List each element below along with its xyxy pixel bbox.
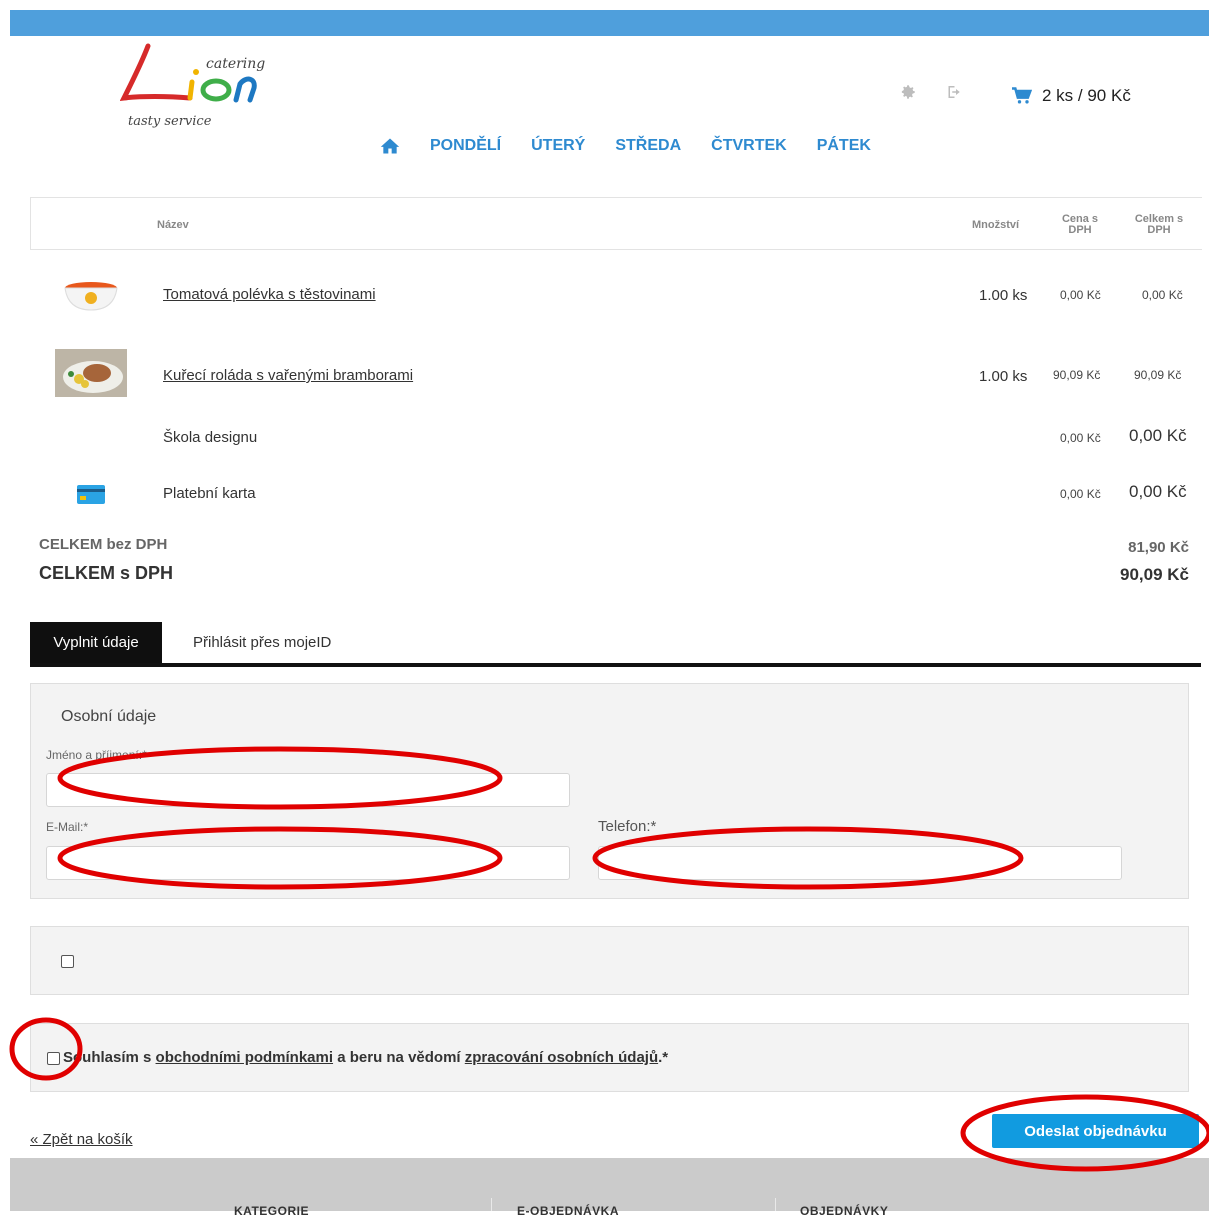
form-tabs: Vyplnit údaje Přihlásit přes mojeID: [30, 622, 1201, 667]
cart-icon: [1012, 87, 1032, 104]
col-name: Název: [157, 219, 189, 231]
consent-checkbox[interactable]: [47, 1052, 60, 1065]
logout-icon[interactable]: [946, 82, 966, 102]
item-name-chicken[interactable]: Kuřecí roláda s vařenými bramborami: [163, 367, 413, 384]
payment-total: 0,00 Kč: [1129, 482, 1187, 501]
delivery-total: 0,00 Kč: [1129, 426, 1187, 445]
footer-col-eorder: E-OBJEDNÁVKA: [517, 1204, 620, 1218]
logo-tagline: tasty service: [128, 114, 212, 129]
item-qty-chicken: 1.00 ks: [979, 368, 1028, 385]
terms-link[interactable]: obchodními podmínkami: [156, 1049, 334, 1066]
privacy-link[interactable]: zpracování osobních údajů: [465, 1049, 658, 1066]
top-bar: [10, 10, 1209, 36]
chicken-thumbnail[interactable]: [55, 349, 127, 397]
nav-wednesday[interactable]: STŘEDA: [615, 137, 681, 155]
item-qty-soup: 1.00 ks: [979, 287, 1028, 304]
day-nav: PONDĚLÍ ÚTERÝ STŘEDA ČTVRTEK PÁTEK: [380, 137, 871, 155]
delivery-name: Škola designu: [163, 429, 258, 446]
soup-thumbnail[interactable]: [62, 278, 120, 312]
nav-friday[interactable]: PÁTEK: [817, 137, 871, 155]
nav-monday[interactable]: PONDĚLÍ: [430, 137, 501, 155]
col-total: Celkem s DPH: [1134, 213, 1184, 236]
consent-middle: a beru na vědomí: [333, 1049, 465, 1066]
consent-suffix: .*: [658, 1049, 669, 1066]
gear-icon[interactable]: [898, 82, 918, 102]
name-input[interactable]: [46, 773, 570, 807]
email-label: E-Mail:*: [46, 820, 89, 834]
back-to-cart-link[interactable]: « Zpět na košík: [30, 1131, 133, 1148]
total-without-vat-label: CELKEM bez DPH: [39, 536, 168, 553]
cart-summary-text: 2 ks / 90 Kč: [1042, 86, 1131, 105]
email-input[interactable]: [46, 846, 570, 880]
name-label: Jméno a příjmení:*: [46, 748, 147, 762]
cart-table-header: [30, 197, 1202, 250]
consent-text: Souhlasím s obchodními podmínkami a beru…: [63, 1049, 668, 1066]
consent-prefix: Souhlasím s: [63, 1049, 156, 1066]
total-with-vat-label: CELKEM s DPH: [39, 563, 174, 583]
footer-separator: [775, 1198, 776, 1211]
col-qty: Množství: [972, 219, 1020, 231]
nav-thursday[interactable]: ČTVRTEK: [711, 137, 787, 155]
consent-panel: Souhlasím s obchodními podmínkami a beru…: [30, 1023, 1189, 1092]
section-title: Osobní údaje: [61, 708, 157, 725]
footer-separator: [491, 1198, 492, 1211]
logo[interactable]: catering tasty service: [119, 42, 280, 132]
col-price: Cena s DPH: [1061, 213, 1099, 236]
tab-mojeid-login[interactable]: Přihlásit přes mojeID: [193, 622, 331, 663]
payment-price: 0,00 Kč: [1060, 487, 1101, 501]
option-checkbox[interactable]: [61, 955, 74, 968]
personal-details-panel: Osobní údaje Jméno a příjmení:* E-Mail:*…: [30, 683, 1189, 899]
item-price-soup: 0,00 Kč: [1060, 288, 1101, 302]
nav-tuesday[interactable]: ÚTERÝ: [531, 137, 585, 155]
option-panel: [30, 926, 1189, 995]
home-icon[interactable]: [380, 137, 400, 155]
footer-col-categories: KATEGORIE: [234, 1204, 309, 1218]
item-price-chicken: 90,09 Kč: [1053, 368, 1101, 382]
payment-name: Platební karta: [163, 485, 256, 502]
total-with-vat-value: 90,09 Kč: [1120, 565, 1189, 584]
delivery-price: 0,00 Kč: [1060, 431, 1101, 445]
phone-label: Telefon:*: [598, 818, 657, 835]
item-total-soup: 0,00 Kč: [1142, 288, 1183, 302]
item-name-soup[interactable]: Tomatová polévka s těstovinami: [163, 286, 376, 303]
logo-subtitle: catering: [206, 56, 266, 72]
credit-card-icon: [77, 485, 105, 509]
total-without-vat-value: 81,90 Kč: [1128, 539, 1189, 556]
logo-graphic: [119, 43, 257, 103]
footer-col-orders: OBJEDNÁVKY: [800, 1204, 889, 1218]
tab-fill-details[interactable]: Vyplnit údaje: [30, 622, 162, 663]
item-total-chicken: 90,09 Kč: [1134, 368, 1182, 382]
phone-input[interactable]: [598, 846, 1122, 880]
submit-order-button[interactable]: Odeslat objednávku: [992, 1114, 1199, 1148]
cart-summary[interactable]: 2 ks / 90 Kč: [1012, 86, 1131, 106]
footer: KATEGORIE E-OBJEDNÁVKA OBJEDNÁVKY: [10, 1158, 1209, 1218]
